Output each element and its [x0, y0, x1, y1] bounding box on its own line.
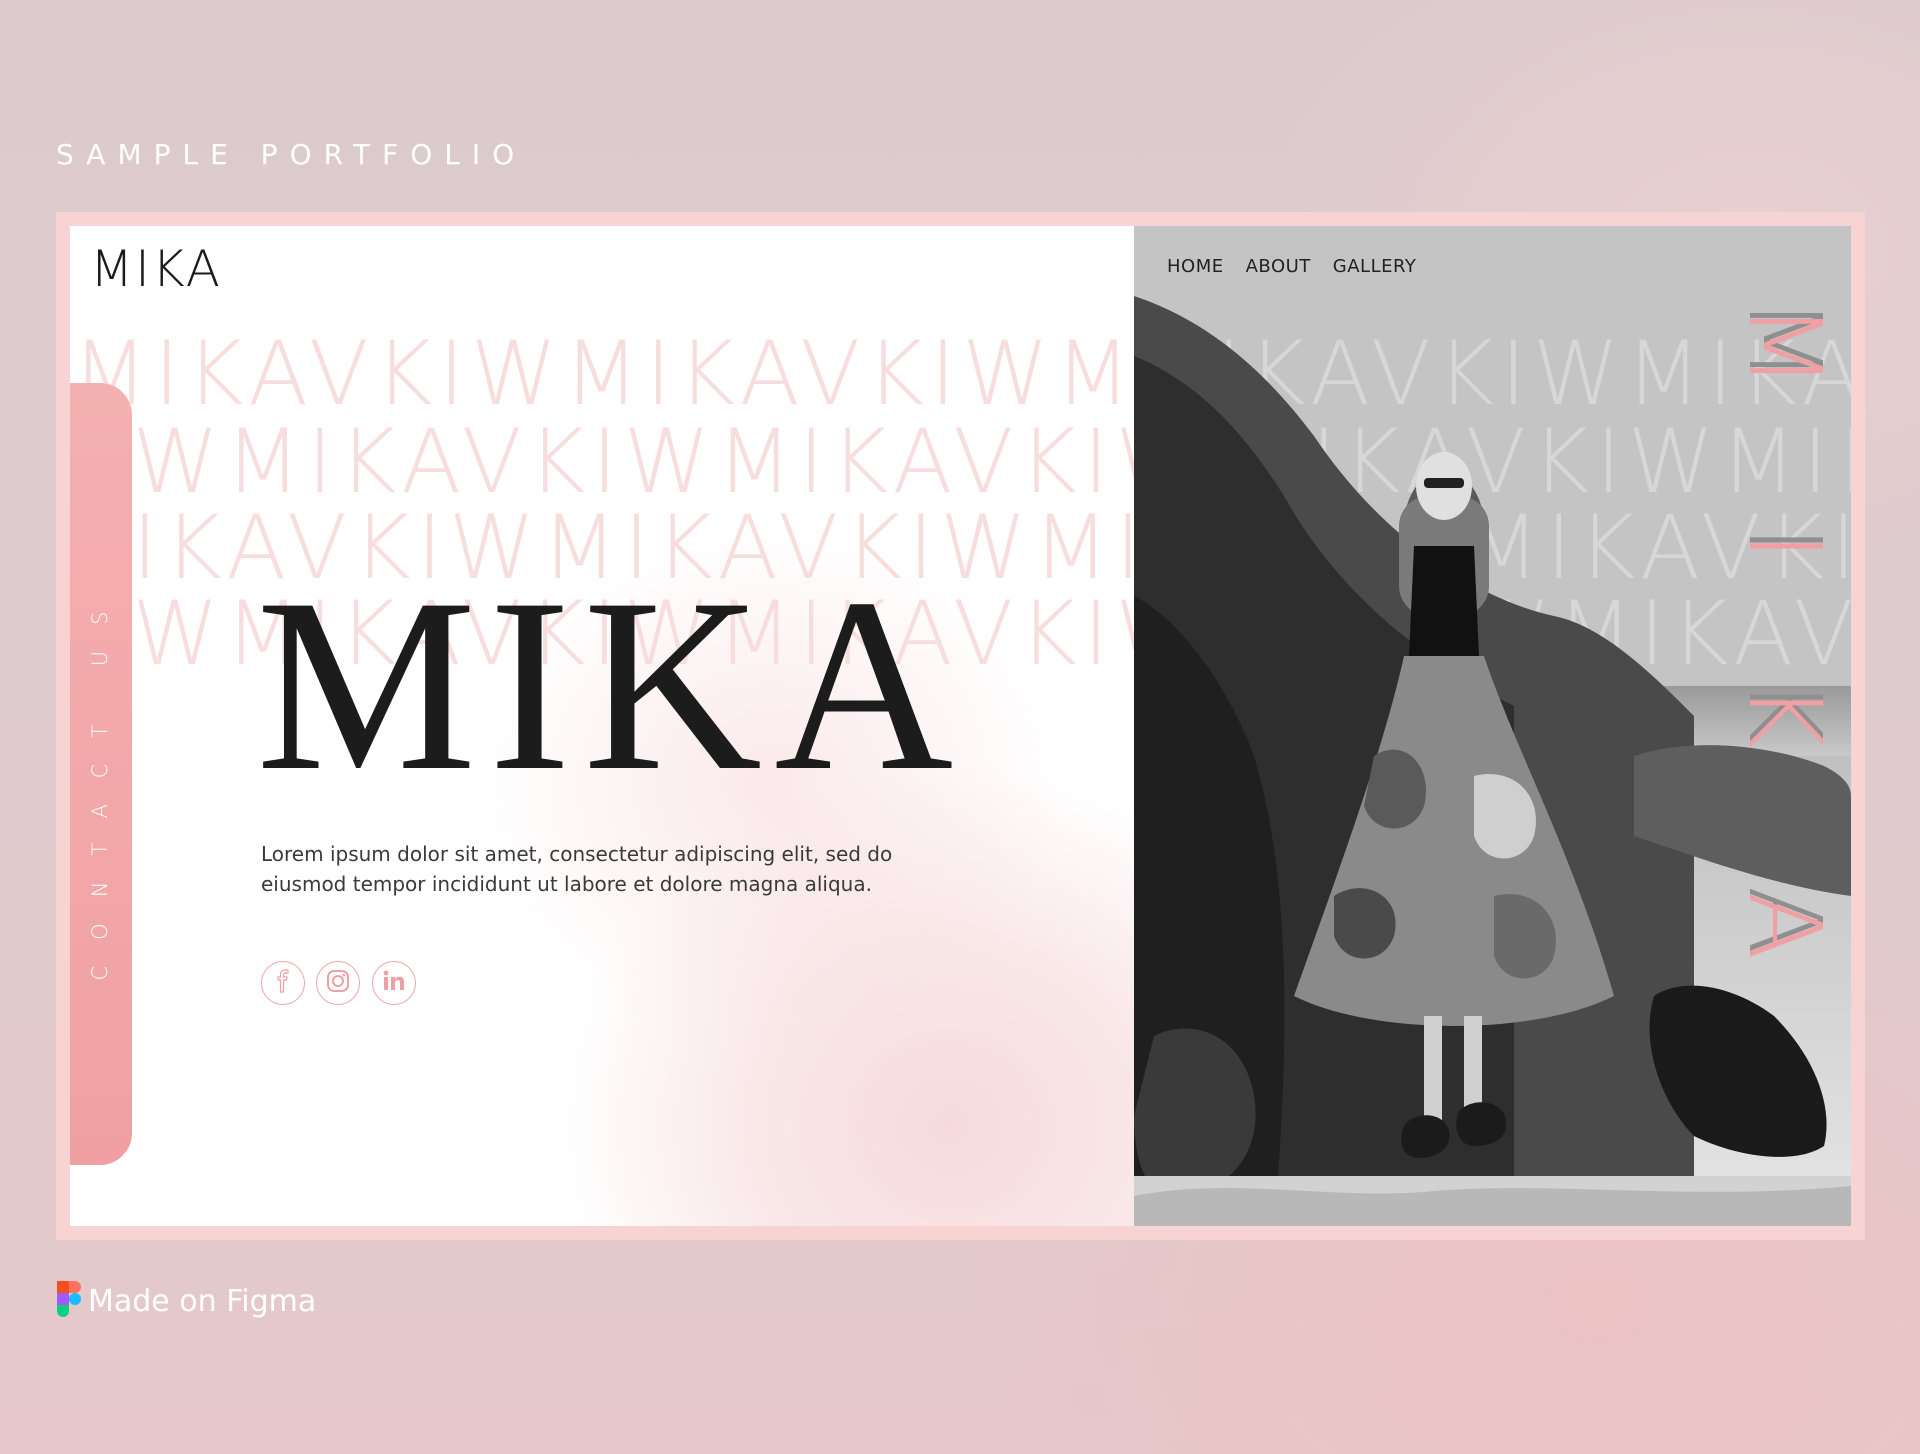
figma-badge: Made on Figma: [56, 1280, 316, 1323]
facebook-button[interactable]: [261, 961, 305, 1005]
linkedin-icon: [381, 969, 407, 998]
linkedin-button[interactable]: [372, 961, 416, 1005]
facebook-icon: [273, 968, 293, 998]
left-panel: MIKAVKIWMIKAVKIWMIKAVKIW WMIKAVKIWMIKAVK…: [70, 226, 1134, 1226]
made-on-figma-label: Made on Figma: [88, 1284, 317, 1319]
vertical-letter: A: [1726, 891, 1843, 961]
vertical-letter: I: [1726, 531, 1843, 561]
vertical-letter: K: [1726, 683, 1843, 749]
hero-title: MIKA: [256, 547, 966, 822]
contact-us-tab[interactable]: CONTACT US: [70, 383, 132, 1165]
instagram-icon: [325, 968, 351, 999]
nav-home[interactable]: HOME: [1167, 256, 1224, 277]
nav-about[interactable]: ABOUT: [1246, 256, 1311, 277]
vertical-name: M I K A: [1726, 286, 1843, 1186]
site-logo[interactable]: MIKA: [90, 240, 222, 298]
contact-us-label: CONTACT US: [88, 585, 112, 981]
nav-gallery[interactable]: GALLERY: [1333, 256, 1417, 277]
page-top-label: SAMPLE PORTFOLIO: [56, 138, 527, 171]
main-nav: HOME ABOUT GALLERY: [1167, 256, 1416, 277]
figma-icon: [56, 1280, 82, 1323]
hero-description: Lorem ipsum dolor sit amet, consectetur …: [261, 842, 893, 896]
vertical-letter: M: [1726, 302, 1843, 390]
right-panel: MIKAVKIWMIKAVKIW MIKAVKIWMIKAV MIKAVKIW …: [1134, 226, 1851, 1226]
instagram-button[interactable]: [316, 961, 360, 1005]
